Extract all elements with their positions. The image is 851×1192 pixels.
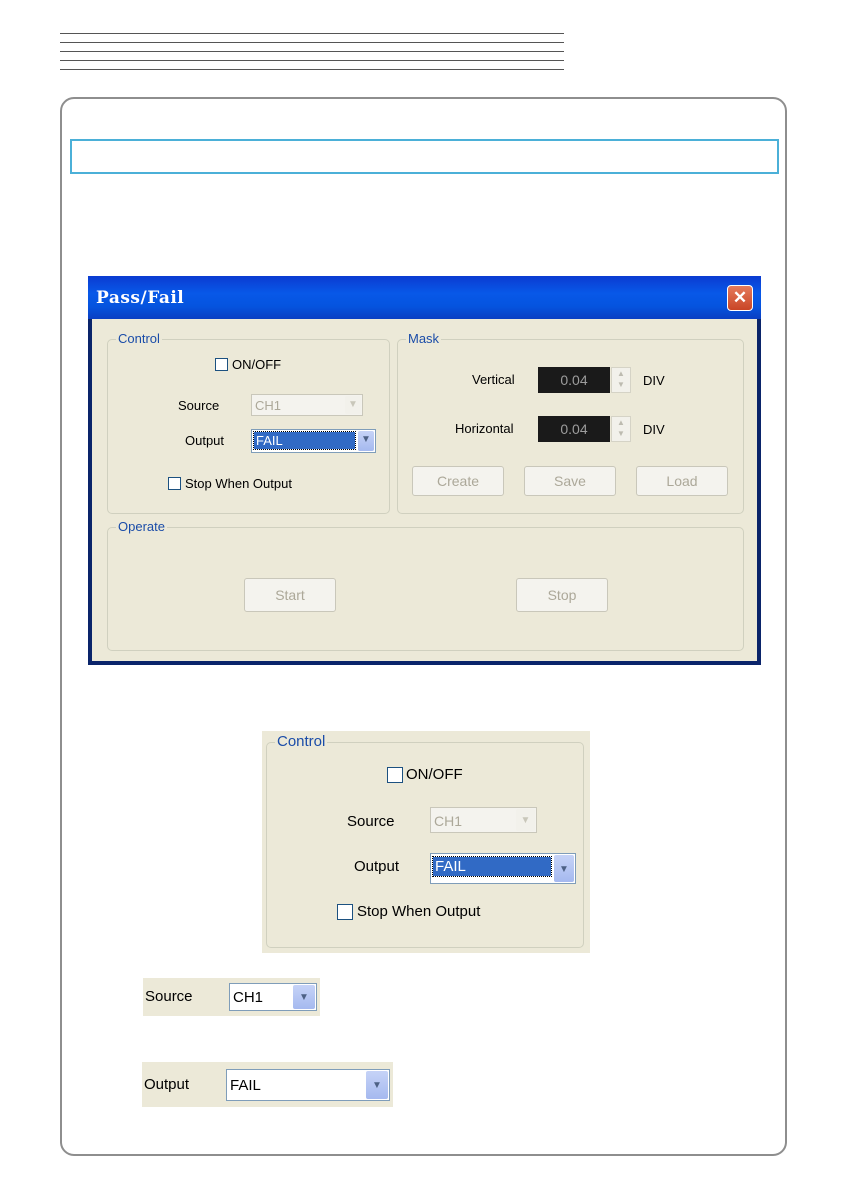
- output-example-value: FAIL: [230, 1077, 261, 1094]
- zoom-control-group: Control ON/OFF Source CH1 ▼ Output FAIL …: [266, 734, 584, 948]
- pass-fail-dialog: Pass/Fail ✕ Control ON/OFF Source CH1 ▼ …: [88, 276, 761, 665]
- dialog-body: Control ON/OFF Source CH1 ▼ Output FAIL …: [92, 319, 757, 661]
- operate-group: Operate Start Stop: [107, 519, 744, 651]
- stop-button[interactable]: Stop: [516, 578, 608, 612]
- onoff-label: ON/OFF: [232, 357, 282, 372]
- stop-when-output-checkbox[interactable]: [168, 477, 181, 490]
- output-select[interactable]: FAIL ▼: [251, 429, 376, 453]
- close-button[interactable]: ✕: [727, 285, 753, 311]
- operate-legend: Operate: [116, 519, 167, 535]
- control-group: Control ON/OFF Source CH1 ▼ Output FAIL …: [107, 331, 390, 514]
- zoom-stop-when-output-label: Stop When Output: [357, 903, 481, 920]
- close-icon: ✕: [732, 288, 748, 307]
- zoom-output-value: FAIL: [432, 856, 552, 877]
- chevron-down-icon[interactable]: ▼: [366, 1071, 388, 1099]
- zoom-output-select[interactable]: FAIL ▼: [430, 853, 576, 884]
- spin-arrows-icon[interactable]: ▲ ▼: [611, 367, 631, 393]
- create-button[interactable]: Create: [412, 466, 504, 496]
- horizontal-value[interactable]: 0.04: [538, 416, 610, 442]
- zoom-onoff-checkbox[interactable]: [387, 767, 403, 783]
- zoom-onoff-label: ON/OFF: [406, 766, 463, 783]
- output-value: FAIL: [253, 431, 356, 450]
- spin-arrows-icon[interactable]: ▲ ▼: [611, 416, 631, 442]
- zoom-source-value: CH1: [434, 813, 463, 829]
- source-example-value: CH1: [233, 989, 264, 1006]
- mask-legend: Mask: [406, 331, 442, 347]
- horizontal-unit: DIV: [643, 422, 665, 437]
- vertical-value[interactable]: 0.04: [538, 367, 610, 393]
- chevron-down-icon[interactable]: ▼: [345, 396, 361, 414]
- source-select[interactable]: CH1 ▼: [251, 394, 363, 416]
- source-example: Source CH1 ▼: [143, 978, 320, 1016]
- output-label: Output: [185, 433, 225, 448]
- source-label: Source: [178, 398, 220, 413]
- control-legend: Control: [116, 331, 162, 347]
- source-example-select[interactable]: CH1 ▼: [229, 983, 317, 1011]
- mask-group: Mask Vertical 0.04 ▲ ▼ DIV Horizontal 0.0…: [397, 331, 744, 514]
- zoom-source-select[interactable]: CH1 ▼: [430, 807, 537, 833]
- zoom-stop-when-output-checkbox[interactable]: [337, 904, 353, 920]
- output-example-label: Output: [144, 1076, 190, 1093]
- output-example-select[interactable]: FAIL ▼: [226, 1069, 390, 1101]
- chevron-down-icon[interactable]: ▼: [358, 431, 374, 451]
- dialog-titlebar[interactable]: Pass/Fail ✕: [88, 276, 761, 319]
- onoff-checkbox[interactable]: [215, 358, 228, 371]
- source-value: CH1: [255, 398, 282, 413]
- source-example-label: Source: [145, 988, 193, 1005]
- chevron-down-icon[interactable]: ▼: [554, 855, 574, 882]
- output-example: Output FAIL ▼: [142, 1062, 393, 1107]
- vertical-label: Vertical: [472, 372, 515, 387]
- stop-when-output-label: Stop When Output: [185, 476, 292, 491]
- horizontal-label: Horizontal: [455, 421, 514, 436]
- zoom-control-legend: Control: [275, 733, 328, 750]
- control-panel-zoom: Control ON/OFF Source CH1 ▼ Output FAIL …: [262, 731, 590, 953]
- section-title-box: [70, 139, 779, 174]
- dialog-title: Pass/Fail: [96, 288, 185, 308]
- header-rule-lines: [60, 33, 564, 71]
- vertical-unit: DIV: [643, 373, 665, 388]
- chevron-down-icon[interactable]: ▼: [293, 985, 315, 1009]
- save-button[interactable]: Save: [524, 466, 616, 496]
- load-button[interactable]: Load: [636, 466, 728, 496]
- zoom-output-label: Output: [354, 858, 400, 875]
- start-button[interactable]: Start: [244, 578, 336, 612]
- chevron-down-icon[interactable]: ▼: [516, 809, 535, 831]
- zoom-source-label: Source: [347, 813, 395, 830]
